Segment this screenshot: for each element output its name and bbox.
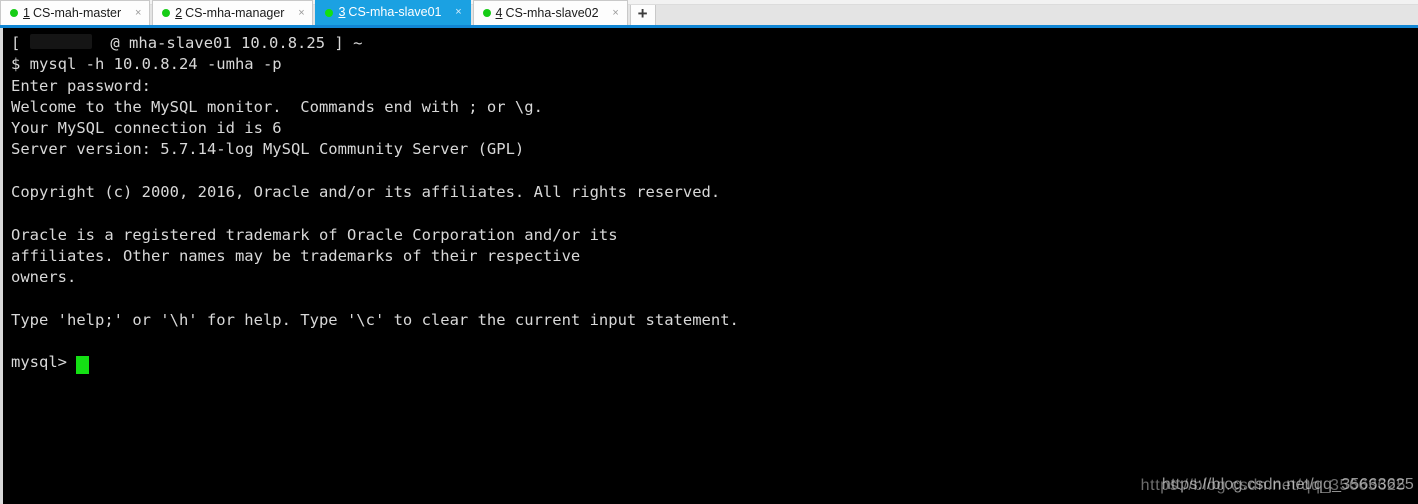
close-icon[interactable]: × <box>452 6 466 20</box>
text-cursor <box>76 356 90 375</box>
redacted-username <box>29 34 92 49</box>
trademark-line-3: owners. <box>11 268 77 287</box>
tab-cs-mah-master[interactable]: 1 CS-mah-master × <box>0 0 151 25</box>
new-tab-button[interactable]: + <box>629 0 656 25</box>
tab-index: 1 <box>23 5 30 20</box>
green-dot-icon <box>10 9 18 17</box>
tab-index: 3 <box>338 5 346 20</box>
connection-id: Your MySQL connection id is 6 <box>11 119 282 138</box>
close-icon[interactable]: × <box>131 6 145 20</box>
mysql-prompt: mysql> <box>11 353 67 372</box>
tab-cs-mha-manager[interactable]: 2 CS-mha-manager × <box>152 0 314 25</box>
shell-prompt-line: [ @ mha-slave01 10.0.8.25 ] ~ <box>3 33 1418 54</box>
tab-label: CS-mha-slave01 <box>348 5 442 20</box>
trademark-line-1: Oracle is a registered trademark of Orac… <box>11 225 618 244</box>
working-directory: ~ <box>353 34 363 52</box>
copyright-notice: Copyright (c) 2000, 2016, Oracle and/or … <box>11 183 721 202</box>
welcome-line: Welcome to the MySQL monitor. Commands e… <box>11 97 543 116</box>
password-prompt: Enter password: <box>11 76 151 95</box>
bracket-close: ] <box>334 34 344 52</box>
help-hint-line: Type 'help;' or '\h' for help. Type '\c'… <box>11 310 739 329</box>
tab-label: CS-mha-manager <box>185 5 285 20</box>
server-version: Server version: 5.7.14-log MySQL Communi… <box>11 140 525 159</box>
tab-index: 2 <box>175 5 183 20</box>
command-line: $ mysql -h 10.0.8.24 -umha -p <box>11 55 282 74</box>
trademark-line-2: affiliates. Other names may be trademark… <box>11 246 581 265</box>
tab-label: CS-mah-master <box>32 5 122 20</box>
bracket-open: [ <box>11 34 21 52</box>
close-icon[interactable]: × <box>294 6 308 20</box>
terminal-output[interactable]: [ @ mha-slave01 10.0.8.25 ] ~ $ mysql -h… <box>0 28 1418 504</box>
green-dot-icon <box>325 8 334 17</box>
tab-cs-mha-slave01[interactable]: 3 CS-mha-slave01 × <box>315 0 471 25</box>
tab-strip: 1 CS-mah-master × 2 CS-mha-manager × 3 C… <box>0 0 1418 28</box>
host-ip: 10.0.8.25 <box>241 34 326 52</box>
tab-index: 4 <box>495 5 503 20</box>
hostname: mha-slave01 <box>129 34 232 52</box>
tab-label: CS-mha-slave02 <box>505 5 599 20</box>
mysql-prompt-line[interactable]: mysql> <box>3 352 1418 375</box>
green-dot-icon <box>162 9 171 17</box>
close-icon[interactable]: × <box>609 6 623 20</box>
at-sign: @ <box>110 34 120 52</box>
green-dot-icon <box>482 9 491 17</box>
terminal-window: 1 CS-mah-master × 2 CS-mha-manager × 3 C… <box>0 0 1418 504</box>
tab-cs-mha-slave02[interactable]: 4 CS-mha-slave02 × <box>472 0 628 25</box>
